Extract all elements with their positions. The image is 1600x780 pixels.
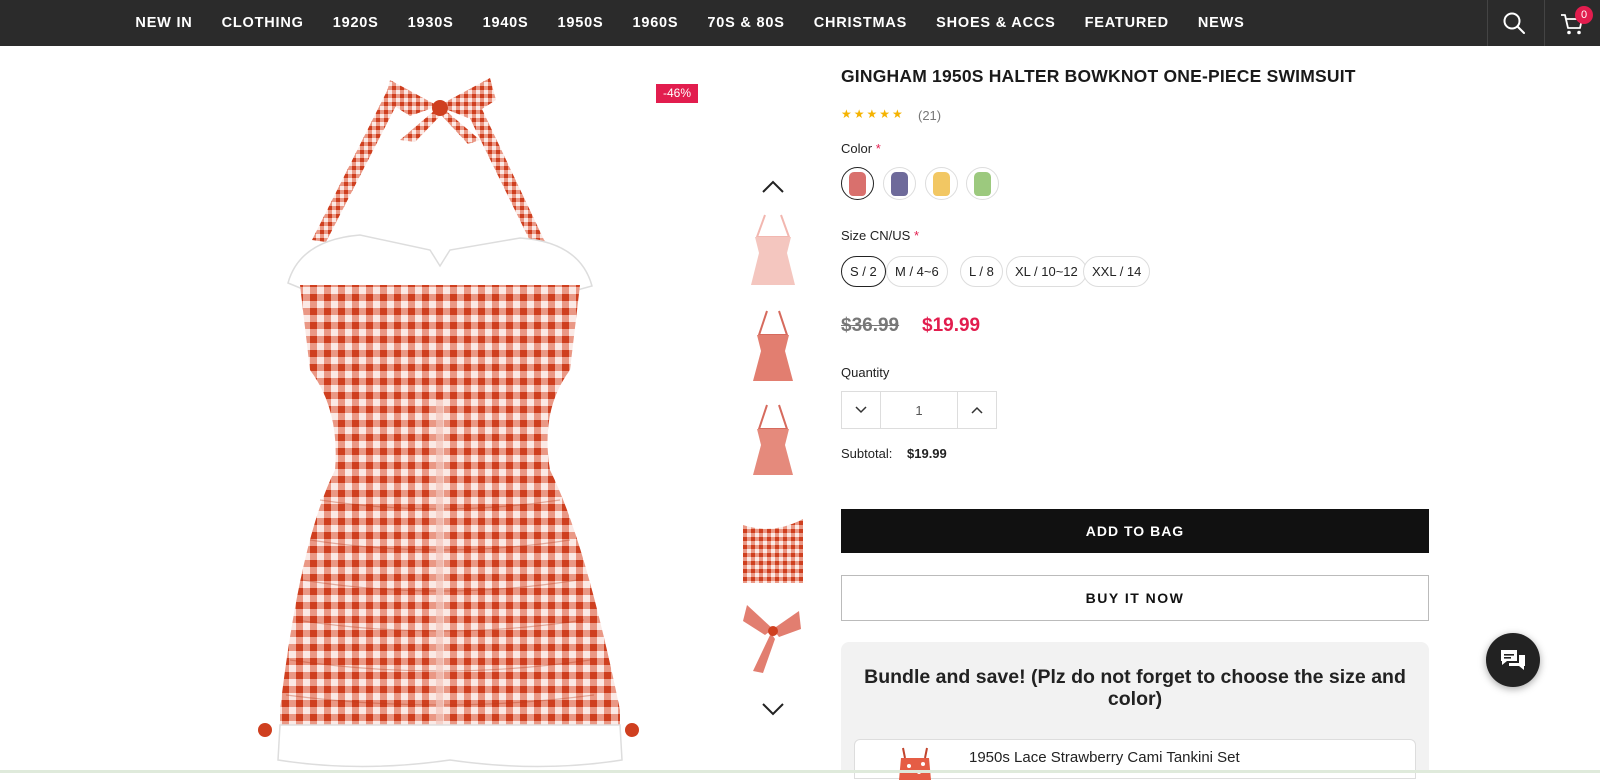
color-swatch-yellow[interactable] bbox=[925, 167, 958, 200]
required-mark: * bbox=[913, 228, 920, 243]
product-thumbnail[interactable] bbox=[743, 403, 803, 481]
product-thumbnail[interactable] bbox=[743, 213, 803, 291]
quantity-decrease-button[interactable] bbox=[842, 392, 880, 428]
required-mark: * bbox=[875, 141, 881, 156]
chevron-up-icon bbox=[971, 406, 983, 414]
size-label-text: Size CN/US bbox=[841, 228, 911, 243]
review-count[interactable]: (21) bbox=[918, 108, 941, 123]
nav-link-70s-80s[interactable]: 70S & 80S bbox=[693, 0, 799, 46]
size-option-s[interactable]: S / 2 bbox=[841, 256, 886, 287]
bundle-title: Bundle and save! (Plz do not forget to c… bbox=[864, 666, 1406, 710]
buy-it-now-button[interactable]: BUY IT NOW bbox=[841, 575, 1429, 621]
nav-link-1930s[interactable]: 1930S bbox=[393, 0, 468, 46]
add-to-bag-button[interactable]: ADD TO BAG bbox=[841, 509, 1429, 553]
nav-link-1950s[interactable]: 1950S bbox=[543, 0, 618, 46]
product-title: GINGHAM 1950S HALTER BOWKNOT ONE-PIECE S… bbox=[841, 66, 1356, 86]
product-thumbnail[interactable] bbox=[743, 505, 803, 583]
product-thumbnail[interactable] bbox=[743, 309, 803, 387]
chat-button[interactable] bbox=[1486, 633, 1540, 687]
size-option-xxl[interactable]: XXL / 14 bbox=[1083, 256, 1151, 287]
nav-divider bbox=[1487, 0, 1488, 46]
subtotal-value: $19.99 bbox=[907, 446, 947, 461]
discount-badge: -46% bbox=[656, 84, 699, 103]
chat-icon bbox=[1501, 650, 1525, 670]
size-option-m[interactable]: M / 4~6 bbox=[886, 256, 948, 287]
nav-link-shoes-accs[interactable]: SHOES & ACCS bbox=[922, 0, 1070, 46]
product-thumbnail[interactable] bbox=[743, 599, 803, 677]
quantity-label: Quantity bbox=[841, 365, 890, 380]
subtotal-label: Subtotal: bbox=[841, 446, 893, 461]
chevron-up-icon[interactable] bbox=[760, 178, 786, 196]
color-label-text: Color bbox=[841, 141, 873, 156]
top-nav: NEW IN CLOTHING 1920S 1930S 1940S 1950S … bbox=[0, 0, 1600, 46]
color-swatch-blue[interactable] bbox=[883, 167, 916, 200]
color-swatch-red[interactable] bbox=[841, 167, 874, 200]
chevron-down-icon bbox=[855, 406, 867, 414]
bundle-item[interactable]: 1950s Lace Strawberry Cami Tankini Set bbox=[854, 739, 1416, 780]
size-option-xl[interactable]: XL / 10~12 bbox=[1006, 256, 1087, 287]
nav-link-christmas[interactable]: CHRISTMAS bbox=[799, 0, 921, 46]
original-price: $36.99 bbox=[841, 315, 900, 336]
bundle-item-thumbnail bbox=[899, 747, 931, 780]
size-label: Size CN/US * bbox=[841, 228, 919, 243]
nav-link-featured[interactable]: FEATURED bbox=[1070, 0, 1183, 46]
color-label: Color * bbox=[841, 141, 881, 156]
quantity-increase-button[interactable] bbox=[958, 392, 996, 428]
size-option-l[interactable]: L / 8 bbox=[960, 256, 1003, 287]
rating-stars[interactable]: ★★★★★ bbox=[841, 107, 905, 121]
bundle-item-name[interactable]: 1950s Lace Strawberry Cami Tankini Set bbox=[969, 749, 1240, 766]
nav-links: NEW IN CLOTHING 1920S 1930S 1940S 1950S … bbox=[0, 0, 1380, 46]
nav-link-1940s[interactable]: 1940S bbox=[468, 0, 543, 46]
nav-link-news[interactable]: NEWS bbox=[1183, 0, 1259, 46]
quantity-stepper bbox=[841, 391, 997, 429]
bundle-section: Bundle and save! (Plz do not forget to c… bbox=[841, 642, 1429, 780]
sale-price: $19.99 bbox=[922, 315, 981, 336]
nav-link-new-in[interactable]: NEW IN bbox=[121, 0, 207, 46]
product-main-image[interactable] bbox=[240, 70, 660, 773]
color-swatch-green[interactable] bbox=[966, 167, 999, 200]
nav-link-1920s[interactable]: 1920S bbox=[318, 0, 393, 46]
nav-divider bbox=[1544, 0, 1545, 46]
nav-link-1960s[interactable]: 1960S bbox=[618, 0, 693, 46]
chevron-down-icon[interactable] bbox=[760, 700, 786, 718]
cart-count-badge: 0 bbox=[1575, 6, 1593, 24]
nav-link-clothing[interactable]: CLOTHING bbox=[207, 0, 318, 46]
quantity-input[interactable] bbox=[880, 392, 958, 428]
search-icon[interactable] bbox=[1502, 11, 1526, 35]
